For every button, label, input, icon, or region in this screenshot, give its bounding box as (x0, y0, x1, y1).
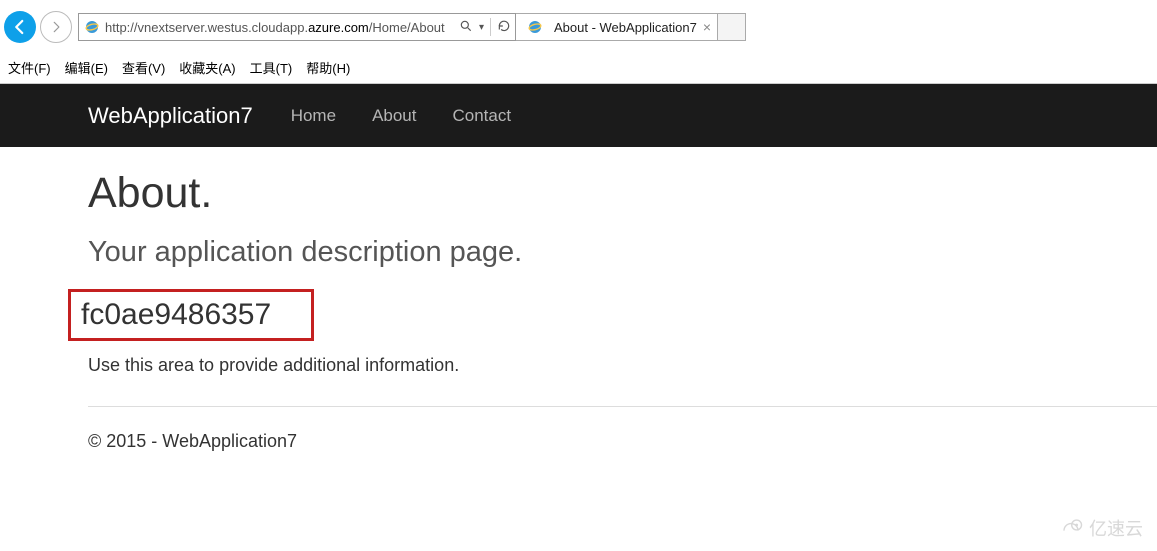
menu-bar: 文件(F) 编辑(E) 查看(V) 收藏夹(A) 工具(T) 帮助(H) (0, 54, 1157, 83)
content: About. Your application description page… (0, 147, 1157, 452)
back-button[interactable] (4, 11, 36, 43)
menu-view[interactable]: 查看(V) (122, 58, 165, 77)
browser-tab[interactable]: About - WebApplication7 × (516, 13, 718, 41)
url-post: /Home/About (369, 20, 445, 35)
menu-edit[interactable]: 编辑(E) (65, 58, 108, 77)
nav-links: Home About Contact (291, 106, 511, 126)
menu-tools[interactable]: 工具(T) (250, 58, 293, 77)
search-icon[interactable] (459, 19, 473, 36)
ie-icon (526, 18, 544, 36)
divider (490, 18, 491, 36)
divider (88, 406, 1157, 407)
url-pre: http://vnextserver.westus.cloudapp. (105, 20, 308, 35)
brand[interactable]: WebApplication7 (88, 103, 253, 129)
dropdown-icon[interactable]: ▾ (479, 22, 484, 33)
page-title: About. (88, 169, 1157, 218)
watermark: 亿速云 (1057, 515, 1143, 541)
url-domain: azure.com (308, 20, 369, 35)
new-tab-button[interactable] (718, 13, 746, 41)
browser-nav-row: http://vnextserver.westus.cloudapp.azure… (0, 0, 1157, 54)
ie-icon (83, 18, 101, 36)
description: Use this area to provide additional info… (88, 355, 1157, 376)
close-tab-icon[interactable]: × (703, 19, 711, 35)
browser-chrome: http://vnextserver.westus.cloudapp.azure… (0, 0, 1157, 84)
app-navbar: WebApplication7 Home About Contact (0, 84, 1157, 147)
highlighted-id: fc0ae9486357 (68, 289, 314, 341)
watermark-text: 亿速云 (1089, 515, 1143, 541)
menu-help[interactable]: 帮助(H) (306, 58, 350, 77)
menu-favorites[interactable]: 收藏夹(A) (179, 58, 235, 77)
nav-about[interactable]: About (372, 106, 416, 126)
nav-home[interactable]: Home (291, 106, 336, 126)
nav-contact[interactable]: Contact (453, 106, 512, 126)
tab-title: About - WebApplication7 (554, 20, 697, 35)
footer: © 2015 - WebApplication7 (88, 431, 1157, 452)
address-controls: ▾ (455, 18, 515, 36)
address-bar[interactable]: http://vnextserver.westus.cloudapp.azure… (78, 13, 516, 41)
subtitle: Your application description page. (88, 236, 1157, 269)
refresh-icon[interactable] (497, 19, 511, 36)
watermark-icon (1057, 515, 1085, 541)
forward-button[interactable] (40, 11, 72, 43)
url-text: http://vnextserver.westus.cloudapp.azure… (105, 20, 455, 35)
menu-file[interactable]: 文件(F) (8, 58, 51, 77)
